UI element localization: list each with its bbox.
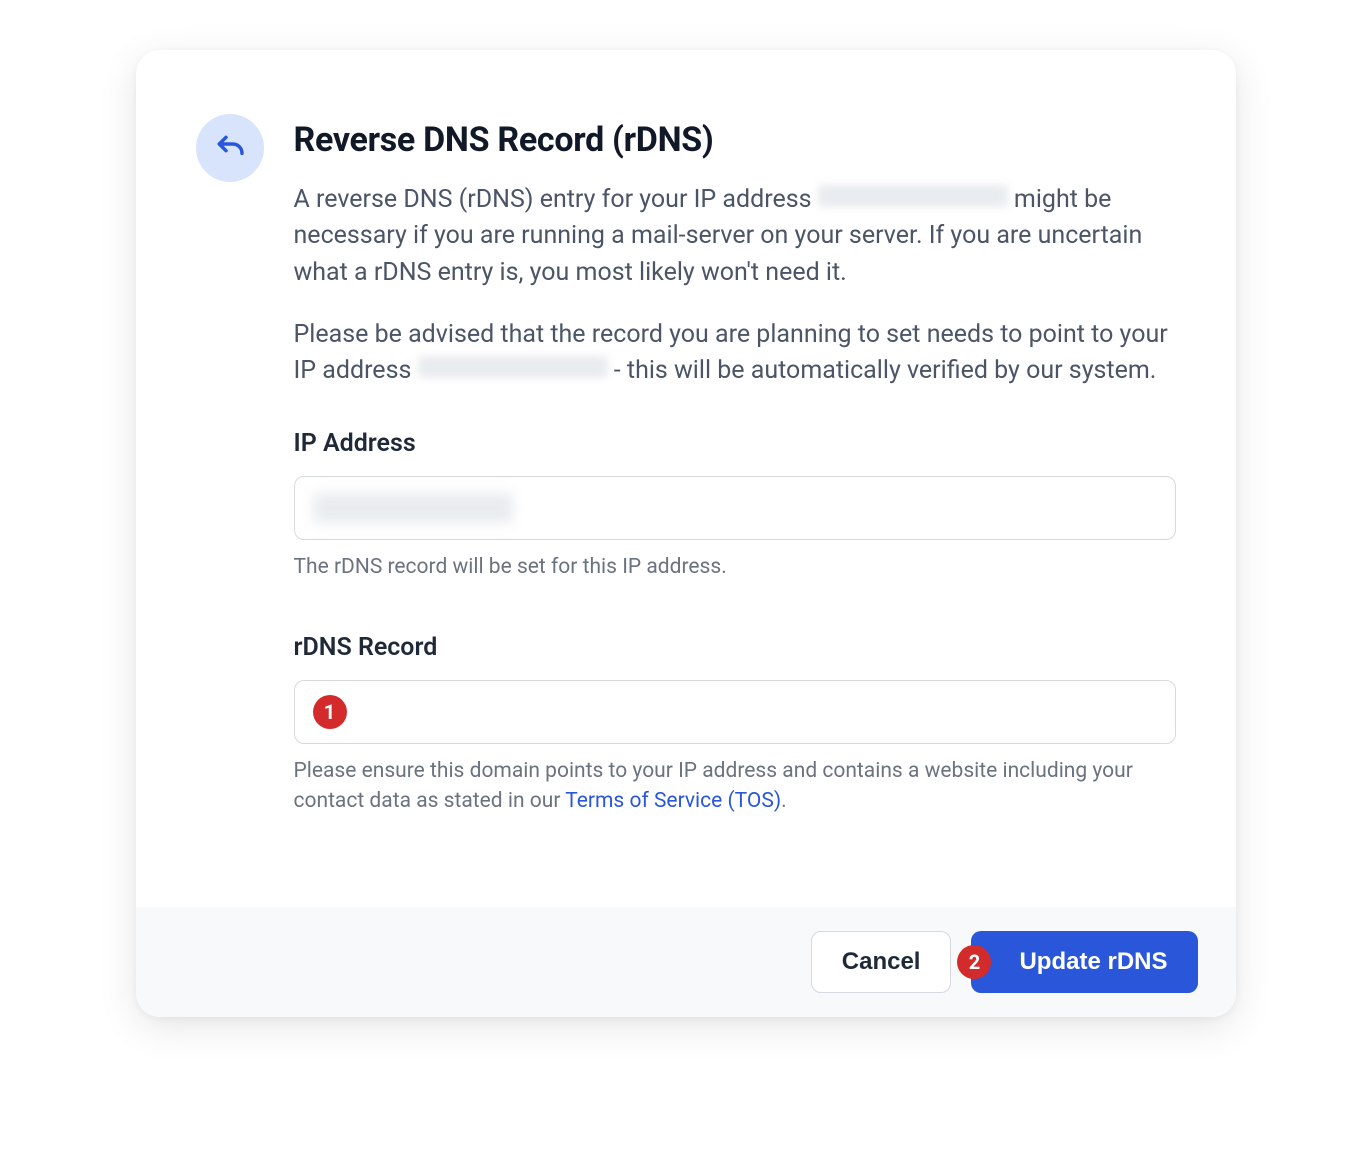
para2-text-b: - this will be automatically verified by… xyxy=(614,356,1157,385)
cancel-button[interactable]: Cancel xyxy=(811,931,952,993)
tos-link[interactable]: Terms of Service (TOS) xyxy=(565,789,781,813)
ip-address-help: The rDNS record will be set for this IP … xyxy=(294,552,1176,582)
rdns-record-label: rDNS Record xyxy=(294,633,1176,662)
redacted-ip-1 xyxy=(818,185,1008,207)
rdns-dialog: Reverse DNS Record (rDNS) A reverse DNS … xyxy=(136,50,1236,1017)
dialog-title: Reverse DNS Record (rDNS) xyxy=(294,120,1176,160)
description-paragraph-2: Please be advised that the record you ar… xyxy=(294,317,1176,390)
para1-text-a: A reverse DNS (rDNS) entry for your IP a… xyxy=(294,185,818,214)
dialog-content: Reverse DNS Record (rDNS) A reverse DNS … xyxy=(294,110,1176,817)
redacted-ip-value xyxy=(313,493,513,523)
back-button[interactable] xyxy=(196,114,264,182)
dialog-body: Reverse DNS Record (rDNS) A reverse DNS … xyxy=(136,50,1236,907)
ip-address-label: IP Address xyxy=(294,429,1176,458)
rdns-record-input[interactable]: 1 xyxy=(294,680,1176,744)
update-rdns-button[interactable]: Update rDNS xyxy=(971,931,1197,993)
update-button-wrap: 2 Update rDNS xyxy=(971,931,1197,993)
description-paragraph-1: A reverse DNS (rDNS) entry for your IP a… xyxy=(294,182,1176,291)
step-badge-1: 1 xyxy=(313,695,347,729)
step-badge-2: 2 xyxy=(957,945,991,979)
rdns-help-b: . xyxy=(781,789,787,813)
rdns-record-help: Please ensure this domain points to your… xyxy=(294,756,1176,817)
back-arrow-icon xyxy=(214,132,246,164)
redacted-ip-2 xyxy=(418,356,608,378)
dialog-footer: Cancel 2 Update rDNS xyxy=(136,907,1236,1017)
ip-address-input[interactable] xyxy=(294,476,1176,540)
